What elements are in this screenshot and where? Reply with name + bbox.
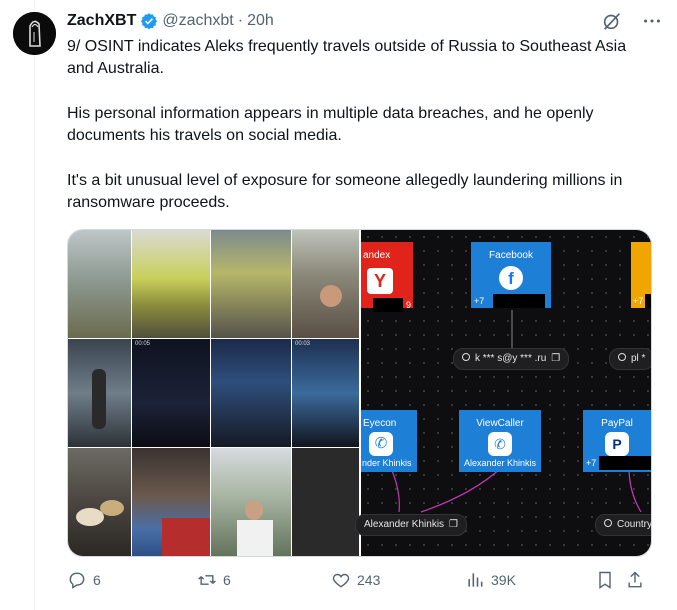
node-label: nder Khinkis (362, 458, 412, 468)
crater-lake-photo[interactable] (68, 339, 131, 447)
heart-icon (332, 573, 350, 588)
tweet-paragraph: It's a bit unusual level of exposure for… (67, 172, 623, 211)
pill-text: Country (617, 519, 652, 530)
tweet-paragraph: 9/ OSINT indicates Aleks frequently trav… (67, 38, 627, 77)
thread-line (34, 0, 35, 610)
copy-icon[interactable]: ❐ (551, 353, 560, 364)
separator-dot: · (237, 12, 244, 29)
author-name[interactable]: ZachXBT (67, 12, 136, 30)
node-title: PayPal (601, 418, 633, 429)
author-handle[interactable]: @zachxbt (162, 12, 233, 30)
night-video-thumbnail[interactable]: 00:05 (132, 339, 210, 447)
food-table-photo[interactable] (68, 448, 131, 556)
timestamp[interactable]: 20h (247, 12, 274, 30)
redacted-box (645, 294, 651, 308)
video-duration: 00:05 (135, 341, 151, 347)
paypal-icon: P (605, 432, 629, 456)
viewcaller-icon: ✆ (488, 432, 512, 456)
redacted-box (373, 298, 403, 312)
share-icon (628, 571, 642, 588)
repost-icon (198, 575, 216, 585)
grok-icon[interactable] (601, 10, 623, 32)
tweet-paragraph: His personal information appears in mult… (67, 105, 594, 144)
avatar-figure-icon (13, 12, 56, 55)
node-title: Eyecon (363, 418, 397, 429)
header-actions (601, 10, 663, 32)
sea-selfie-photo[interactable] (211, 448, 291, 556)
more-options-icon[interactable] (641, 10, 663, 32)
volcano-photo[interactable] (68, 230, 131, 338)
node-label: +7 (633, 296, 644, 306)
pill-text: pl * (631, 353, 646, 364)
copy-icon[interactable]: ❐ (449, 519, 458, 530)
views-button[interactable]: 39K (465, 570, 516, 590)
bookmark-icon (599, 571, 611, 589)
gym-interior-photo[interactable] (132, 448, 210, 556)
yandex-node[interactable]: andex Y 9 (361, 242, 413, 312)
facebook-node[interactable]: Facebook f +7 (471, 242, 551, 308)
like-count: 243 (357, 572, 381, 588)
bookmark-button[interactable] (595, 570, 621, 590)
crater-hikers-photo[interactable] (211, 230, 291, 338)
eyecon-node[interactable]: Eyecon ✆ nder Khinkis (361, 410, 417, 472)
viewcaller-node[interactable]: ViewCaller ✆ Alexander Khinkis (459, 410, 541, 472)
node-label: Alexander Khinkis (463, 458, 537, 468)
phone-icon: ✆ (369, 432, 393, 456)
empty-grid-cell (292, 448, 359, 556)
tweet-text: 9/ OSINT indicates Aleks frequently trav… (67, 36, 652, 237)
orange-node[interactable]: +7 (631, 242, 651, 308)
pill-text: Alexander Khinkis (364, 519, 445, 530)
node-label: +7 (586, 458, 597, 468)
node-title: Facebook (489, 250, 533, 261)
repost-count: 6 (223, 572, 231, 588)
email-pill[interactable]: k *** s@y *** .ru ❐ (453, 348, 570, 370)
country-pill[interactable]: Country (595, 514, 652, 536)
blue-fire-photo[interactable] (211, 339, 291, 447)
share-button[interactable] (625, 570, 651, 590)
reply-count: 6 (93, 572, 101, 588)
video-duration: 00:03 (295, 341, 311, 347)
tweet-actions: 6 6 243 39K (67, 570, 647, 594)
redacted-box (493, 294, 545, 308)
facebook-icon: f (499, 266, 523, 290)
tweet-header: ZachXBT @zachxbt · 20h (67, 10, 274, 32)
name-pill[interactable]: Alexander Khinkis ❐ (355, 514, 468, 536)
redacted-box (599, 456, 651, 470)
like-button[interactable]: 243 (331, 570, 380, 590)
node-label: +7 (474, 296, 485, 306)
phone-pill[interactable]: pl * (609, 348, 651, 370)
osint-diagram[interactable]: andex Y 9 Facebook f +7 +7 k *** s@y ***… (355, 230, 652, 556)
node-title: ViewCaller (476, 418, 524, 429)
photo-collage[interactable]: 00:05 00:03 (68, 230, 359, 556)
node-label: 9 (405, 300, 411, 310)
yandex-icon: Y (367, 268, 393, 294)
blue-fire-video-thumbnail[interactable]: 00:03 (292, 339, 359, 447)
search-icon (462, 353, 470, 361)
paypal-node[interactable]: PayPal P +7 (583, 410, 651, 472)
search-icon (618, 353, 626, 361)
sulfur-crater-photo[interactable] (132, 230, 210, 338)
reply-button[interactable]: 6 (67, 570, 101, 590)
media-container: 00:05 00:03 andex Y 9 Facebook f +7 +7 k… (67, 229, 652, 557)
repost-button[interactable]: 6 (197, 570, 231, 590)
views-count: 39K (491, 572, 516, 588)
reply-icon (69, 572, 85, 589)
selfie-photo[interactable] (292, 230, 359, 338)
verified-badge-icon[interactable] (140, 12, 158, 30)
avatar[interactable] (13, 12, 56, 55)
location-icon (604, 519, 612, 527)
analytics-icon (468, 573, 483, 587)
node-title: andex (363, 250, 391, 261)
pill-text: k *** s@y *** .ru (475, 353, 547, 364)
